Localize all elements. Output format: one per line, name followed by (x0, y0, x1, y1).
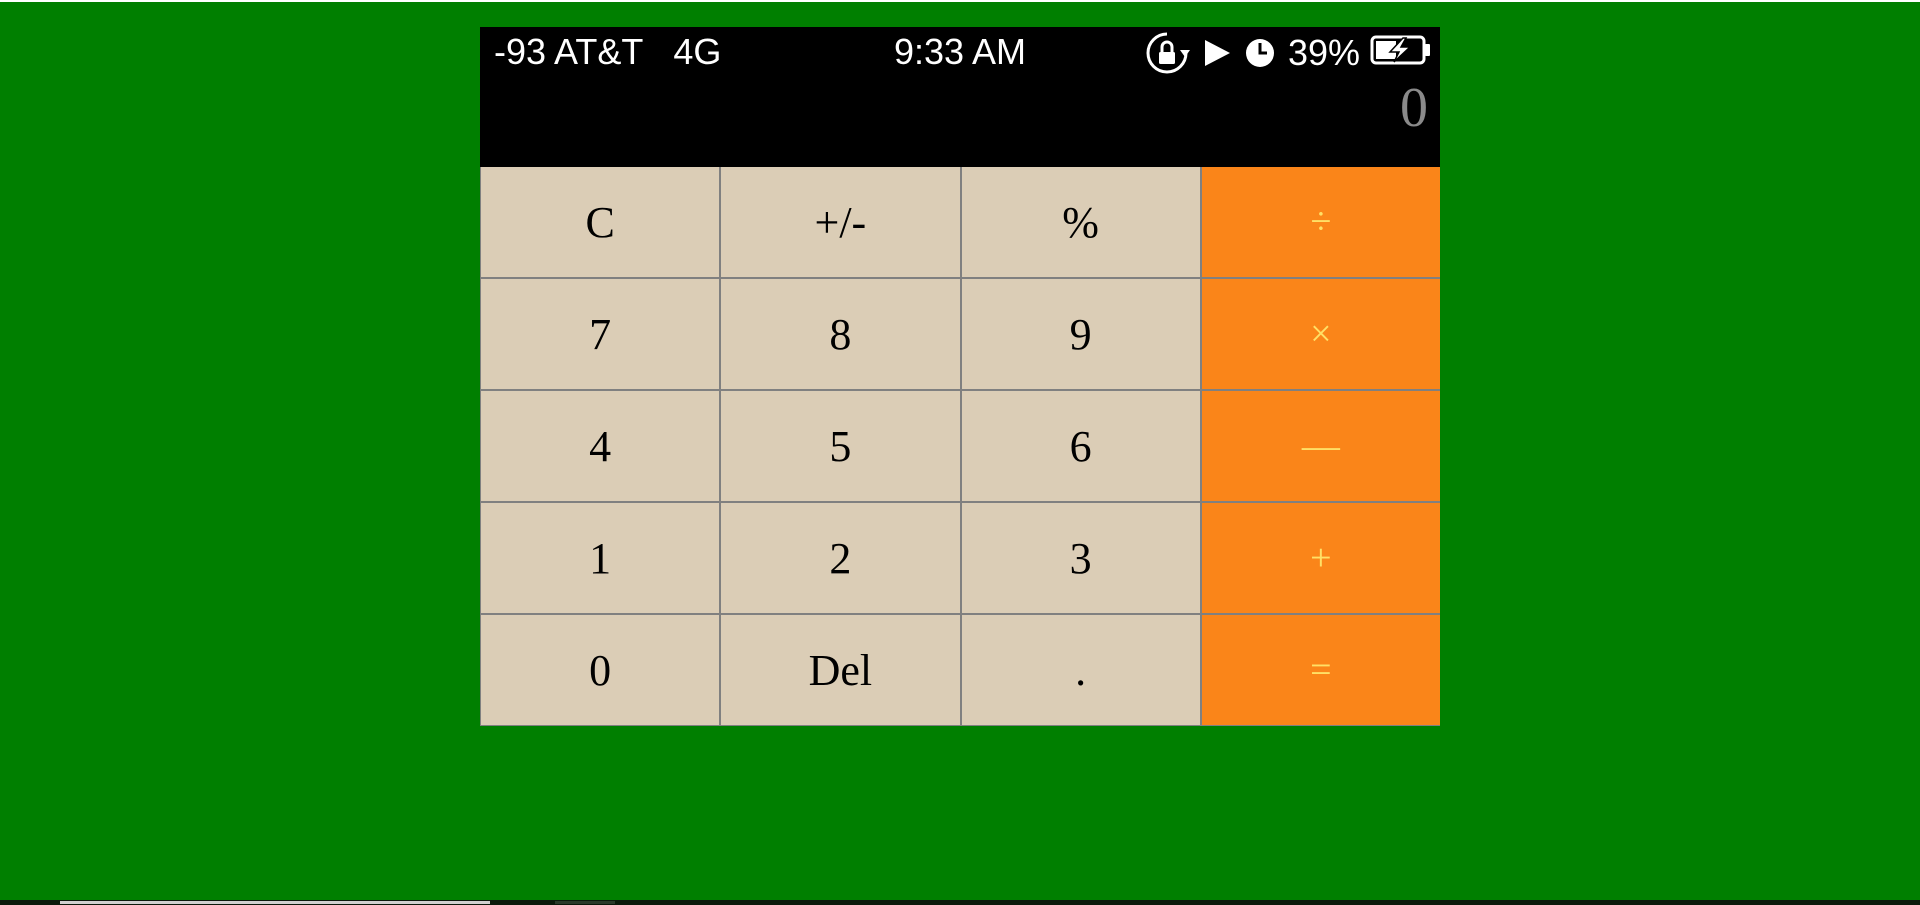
play-icon (1202, 37, 1232, 69)
bottom-taskbar (0, 900, 1920, 905)
taskbar-segment (555, 901, 615, 904)
sign-toggle-button[interactable]: +/- (721, 167, 960, 277)
digit-6-button[interactable]: 6 (961, 391, 1200, 501)
top-border (0, 0, 1920, 2)
clear-button[interactable]: C (481, 167, 720, 277)
calculator-display: 0 (1400, 77, 1428, 139)
keypad: C +/-% ÷ 7 8 9 × 4 5 6— 1 2 3 +0 Del. = (480, 167, 1440, 726)
status-left: -93 AT&T 4G (494, 31, 721, 73)
digit-8-button[interactable]: 8 (721, 279, 960, 389)
subtract-button[interactable]: — (1201, 391, 1440, 501)
digit-2-button[interactable]: 2 (721, 503, 960, 613)
digit-4-button[interactable]: 4 (481, 391, 720, 501)
add-button[interactable]: + (1201, 503, 1440, 613)
battery-percent: 39% (1287, 32, 1360, 73)
digit-3-button[interactable]: 3 (961, 503, 1200, 613)
multiply-button[interactable]: × (1201, 279, 1440, 389)
decimal-button[interactable]: . (961, 615, 1200, 725)
status-bar: -93 AT&T 4G 9:33 AM 39% (480, 27, 1440, 77)
percent-button[interactable]: % (961, 167, 1200, 277)
digit-0-button[interactable]: 0 (481, 615, 720, 725)
status-right: 39% (1144, 31, 1432, 75)
alarm-icon (1244, 37, 1276, 69)
digit-5-button[interactable]: 5 (721, 391, 960, 501)
signal-strength: -93 (494, 31, 547, 72)
delete-button[interactable]: Del (721, 615, 960, 725)
divide-button[interactable]: ÷ (1201, 167, 1440, 277)
calculator-header: -93 AT&T 4G 9:33 AM 39% 0 (480, 27, 1440, 167)
battery-charging-icon (1370, 32, 1432, 74)
status-time: 9:33 AM (893, 31, 1027, 72)
rotation-lock-icon (1144, 30, 1190, 76)
calculator: -93 AT&T 4G 9:33 AM 39% 0 C +/- % ÷ 7 8 … (480, 27, 1440, 726)
equals-button[interactable]: = (1201, 615, 1440, 725)
carrier-name: AT&T (554, 31, 644, 72)
digit-7-button[interactable]: 7 (481, 279, 720, 389)
network-type: 4G (673, 31, 722, 72)
taskbar-segment (60, 901, 490, 904)
digit-1-button[interactable]: 1 (481, 503, 720, 613)
digit-9-button[interactable]: 9 (961, 279, 1200, 389)
